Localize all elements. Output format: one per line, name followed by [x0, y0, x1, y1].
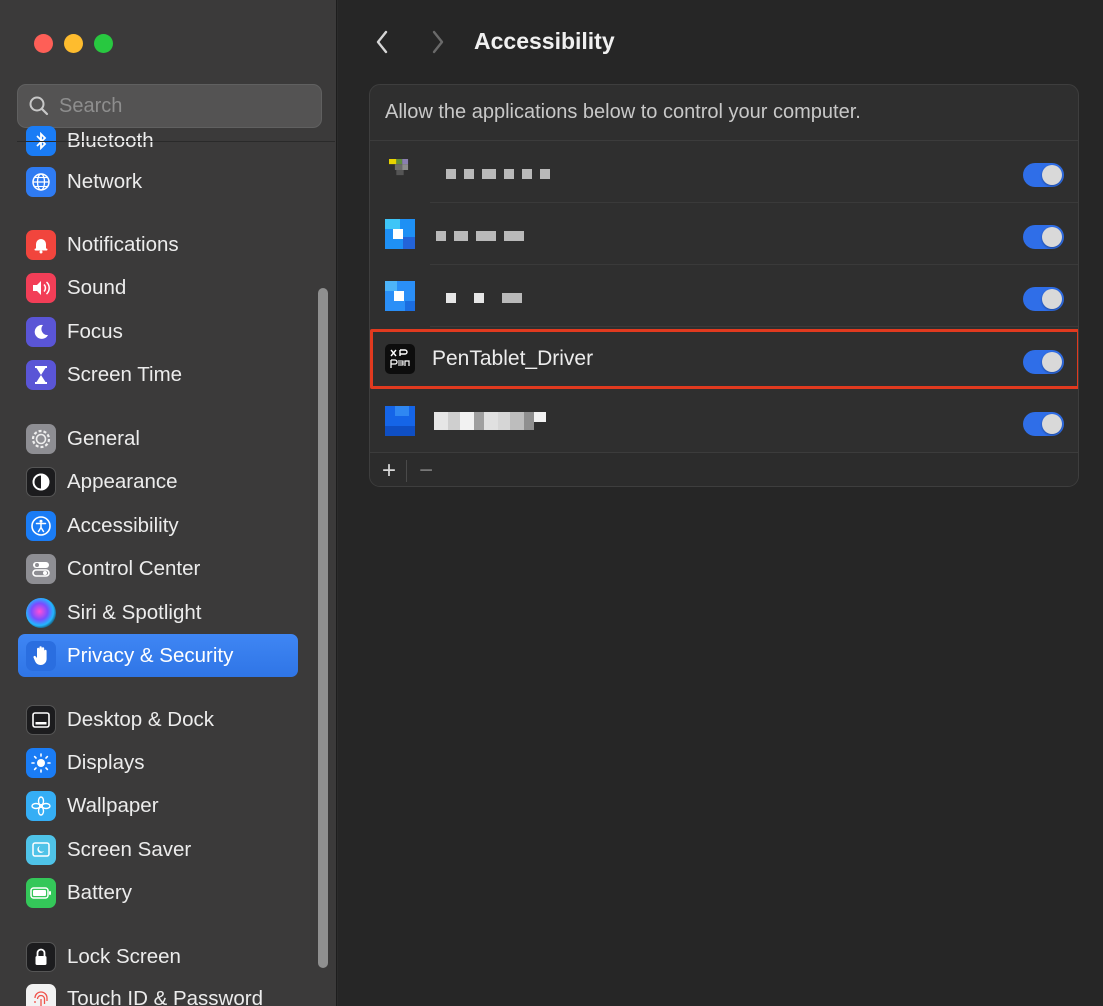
- sidebar-item-label: Siri & Spotlight: [67, 600, 202, 624]
- sidebar-item-label: Displays: [67, 750, 145, 774]
- sidebar-item-privacy-security[interactable]: Privacy & Security: [18, 634, 298, 677]
- flower-icon: [26, 790, 56, 821]
- bell-icon: [26, 229, 56, 260]
- app-permission-toggle[interactable]: [1023, 412, 1064, 436]
- sidebar-item-battery[interactable]: Battery: [18, 871, 298, 914]
- page-title: Accessibility: [474, 28, 615, 54]
- sidebar-item-focus[interactable]: Focus: [18, 310, 298, 353]
- sidebar-item-label: Control Center: [67, 556, 201, 580]
- accessibility-apps-panel: Allow the applications below to control …: [369, 84, 1079, 487]
- sidebar-item-control-center[interactable]: Control Center: [18, 547, 298, 590]
- sidebar-item-label: Screen Saver: [67, 837, 192, 861]
- hourglass-icon: [26, 359, 56, 390]
- dock-icon: [26, 704, 56, 735]
- panel-footer: + −: [370, 452, 1078, 486]
- app-row: [370, 141, 1078, 203]
- sidebar-item-label: Network: [67, 169, 143, 193]
- sidebar-item-label: Privacy & Security: [67, 643, 234, 667]
- sidebar-item-network[interactable]: Network: [18, 160, 298, 203]
- sidebar-item-label: Touch ID & Password: [67, 986, 263, 1006]
- sidebar-item-label: General: [67, 426, 140, 450]
- fingerprint-icon: [26, 983, 56, 1006]
- sidebar-item-label: Appearance: [67, 469, 178, 493]
- redacted-app-name: [434, 412, 546, 430]
- sidebar-item-label: Lock Screen: [67, 944, 181, 968]
- forward-button[interactable]: [424, 28, 452, 56]
- settings-window: Bluetooth Network Notifications Sound: [0, 0, 1103, 1006]
- app-permission-toggle[interactable]: [1023, 350, 1064, 374]
- chevron-right-icon: [432, 30, 444, 54]
- hand-icon: [26, 640, 56, 671]
- app-row-pentablet-driver: PenTablet_Driver: [370, 328, 1078, 390]
- divider: [430, 326, 1078, 327]
- close-window-button[interactable]: [34, 34, 53, 53]
- battery-icon: [26, 877, 56, 908]
- sidebar-scrollbar[interactable]: [318, 288, 328, 968]
- sidebar-item-touch-id[interactable]: Touch ID & Password: [18, 977, 298, 1006]
- sidebar: Bluetooth Network Notifications Sound: [0, 0, 337, 1006]
- sidebar-item-screen-time[interactable]: Screen Time: [18, 353, 298, 396]
- app-name: PenTablet_Driver: [432, 347, 594, 370]
- maximize-window-button[interactable]: [94, 34, 113, 53]
- search-input[interactable]: [59, 94, 299, 118]
- toggles-icon: [26, 553, 56, 584]
- minimize-window-button[interactable]: [64, 34, 83, 53]
- main-content: Accessibility Allow the applications bel…: [338, 0, 1103, 1006]
- xp-pen-icon: [385, 344, 415, 374]
- sidebar-item-lock-screen[interactable]: Lock Screen: [18, 935, 298, 978]
- app-row: [370, 203, 1078, 265]
- moon-icon: [26, 316, 56, 347]
- remove-app-button[interactable]: −: [409, 456, 443, 486]
- sidebar-item-accessibility[interactable]: Accessibility: [18, 504, 298, 547]
- redacted-app-icon-3: [385, 281, 415, 311]
- sidebar-item-label: Screen Time: [67, 362, 183, 386]
- chevron-left-icon: [376, 30, 388, 54]
- siri-icon: [26, 597, 56, 628]
- appearance-icon: [26, 466, 56, 497]
- sidebar-item-screen-saver[interactable]: Screen Saver: [18, 828, 298, 871]
- app-permission-toggle[interactable]: [1023, 287, 1064, 311]
- sidebar-divider: [17, 141, 335, 142]
- sidebar-list: Bluetooth Network Notifications Sound Fo…: [0, 120, 318, 1006]
- lock-icon: [26, 941, 56, 972]
- sun-icon: [26, 747, 56, 778]
- app-permission-toggle[interactable]: [1023, 225, 1064, 249]
- sidebar-item-displays[interactable]: Displays: [18, 741, 298, 784]
- app-row: [370, 390, 1078, 452]
- sidebar-item-label: Sound: [67, 275, 127, 299]
- sidebar-item-appearance[interactable]: Appearance: [18, 460, 298, 503]
- sidebar-item-wallpaper[interactable]: Wallpaper: [18, 784, 298, 827]
- screensaver-icon: [26, 834, 56, 865]
- sidebar-item-label: Notifications: [67, 232, 179, 256]
- sidebar-item-notifications[interactable]: Notifications: [18, 223, 298, 266]
- sidebar-item-label: Accessibility: [67, 513, 179, 537]
- sidebar-item-label: Desktop & Dock: [67, 707, 214, 731]
- redacted-app-name: [446, 169, 550, 179]
- app-row: [370, 265, 1078, 327]
- divider: [406, 460, 407, 482]
- speaker-icon: [26, 272, 56, 303]
- redacted-app-icon-2: [385, 219, 415, 249]
- globe-icon: [26, 166, 56, 197]
- sidebar-item-sound[interactable]: Sound: [18, 266, 298, 309]
- add-app-button[interactable]: +: [372, 456, 406, 486]
- sidebar-item-general[interactable]: General: [18, 417, 298, 460]
- panel-caption: Allow the applications below to control …: [385, 101, 861, 123]
- sidebar-item-desktop-dock[interactable]: Desktop & Dock: [18, 698, 298, 741]
- back-button[interactable]: [368, 28, 396, 56]
- sidebar-item-siri-spotlight[interactable]: Siri & Spotlight: [18, 591, 298, 634]
- sidebar-item-label: Battery: [67, 880, 132, 904]
- gear-icon: [26, 423, 56, 454]
- accessibility-icon: [26, 510, 56, 541]
- app-permission-toggle[interactable]: [1023, 163, 1064, 187]
- redacted-app-icon-1: [389, 159, 409, 176]
- redacted-app-icon-5: [385, 406, 415, 436]
- sidebar-item-label: Wallpaper: [67, 793, 159, 817]
- redacted-app-name: [446, 293, 522, 303]
- search-icon: [29, 96, 49, 116]
- traffic-lights: [34, 34, 113, 53]
- sidebar-item-label: Focus: [67, 319, 123, 343]
- redacted-app-name: [436, 231, 524, 241]
